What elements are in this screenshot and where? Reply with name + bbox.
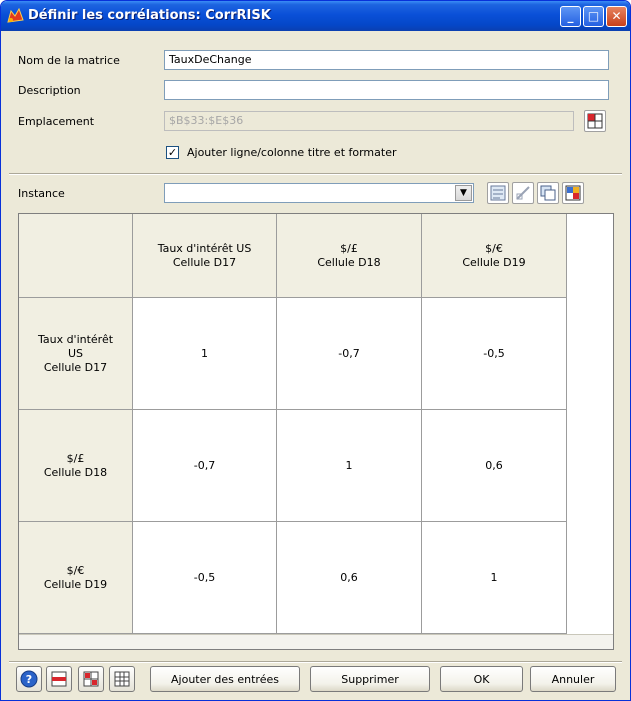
header-checkbox[interactable]: ✓ (166, 146, 179, 159)
title-bar: Définir les corrélations: CorrRISK _ □ ✕ (1, 1, 630, 31)
dialog-window: Définir les corrélations: CorrRISK _ □ ✕… (0, 0, 631, 701)
matrix-cell[interactable]: 1 (133, 298, 277, 410)
split-button[interactable] (78, 666, 104, 692)
copy-matrix-button[interactable] (537, 182, 559, 204)
row-header[interactable]: $/£ Cellule D18 (19, 410, 133, 522)
location-label: Emplacement (18, 115, 95, 128)
matrix-cell[interactable]: 1 (422, 522, 567, 634)
help-button[interactable]: ? (16, 666, 42, 692)
instance-dropdown[interactable]: ▼ (164, 183, 474, 203)
corner-cell (19, 214, 133, 298)
matrix-cell[interactable]: -0,5 (422, 298, 567, 410)
delete-button[interactable]: Supprimer (310, 666, 430, 692)
column-header[interactable]: Taux d'intérêt US Cellule D17 (133, 214, 277, 298)
window-title: Définir les corrélations: CorrRISK (28, 8, 271, 23)
matrix-cell[interactable]: 0,6 (422, 410, 567, 522)
column-header[interactable]: $/£ Cellule D18 (277, 214, 422, 298)
correlation-matrix: Taux d'intérêt US Cellule D17 $/£ Cellule … (18, 213, 614, 650)
location-input[interactable]: $B$33:$E$36 (164, 111, 574, 131)
matrix-cell[interactable]: -0,7 (133, 410, 277, 522)
insert-row-icon (51, 671, 67, 687)
instance-label: Instance (18, 187, 65, 200)
cancel-button[interactable]: Annuler (530, 666, 616, 692)
description-input[interactable] (164, 80, 609, 100)
color-matrix-button[interactable] (562, 182, 584, 204)
grid-button[interactable] (109, 666, 135, 692)
bottom-divider (9, 661, 622, 663)
ok-button[interactable]: OK (440, 666, 523, 692)
select-range-button[interactable] (584, 110, 606, 132)
diagonal-button[interactable] (512, 182, 534, 204)
help-icon: ? (20, 670, 38, 688)
add-entries-button[interactable]: Ajouter des entrées (150, 666, 300, 692)
label-icon (490, 185, 506, 201)
header-checkbox-label: Ajouter ligne/colonne titre et formater (187, 146, 397, 159)
minimize-button[interactable]: _ (560, 6, 581, 27)
select-range-icon (587, 113, 603, 129)
grid-icon (114, 671, 130, 687)
insert-row-button[interactable] (46, 666, 72, 692)
diagonal-icon (516, 186, 530, 200)
matrix-cell[interactable]: 1 (277, 410, 422, 522)
color-matrix-icon (565, 185, 581, 201)
matrix-cell[interactable]: 0,6 (277, 522, 422, 634)
matrix-cell[interactable]: -0,5 (133, 522, 277, 634)
matrix-name-input[interactable]: TauxDeChange (164, 50, 609, 70)
split-icon (83, 671, 99, 687)
row-header[interactable]: $/€ Cellule D19 (19, 522, 133, 634)
horizontal-scrollbar[interactable] (19, 634, 613, 649)
close-button[interactable]: ✕ (606, 6, 627, 27)
matrix-name-label: Nom de la matrice (18, 54, 120, 67)
chevron-down-icon[interactable]: ▼ (455, 185, 472, 201)
matrix-cell[interactable]: -0,7 (277, 298, 422, 410)
svg-text:?: ? (26, 673, 32, 686)
column-header[interactable]: $/€ Cellule D19 (422, 214, 567, 298)
form-divider (9, 173, 622, 175)
description-label: Description (18, 84, 81, 97)
app-logo-icon (7, 8, 24, 23)
label-button[interactable] (487, 182, 509, 204)
maximize-button[interactable]: □ (583, 6, 604, 27)
row-header[interactable]: Taux d'intérêt US Cellule D17 (19, 298, 133, 410)
copy-matrix-icon (540, 185, 556, 201)
